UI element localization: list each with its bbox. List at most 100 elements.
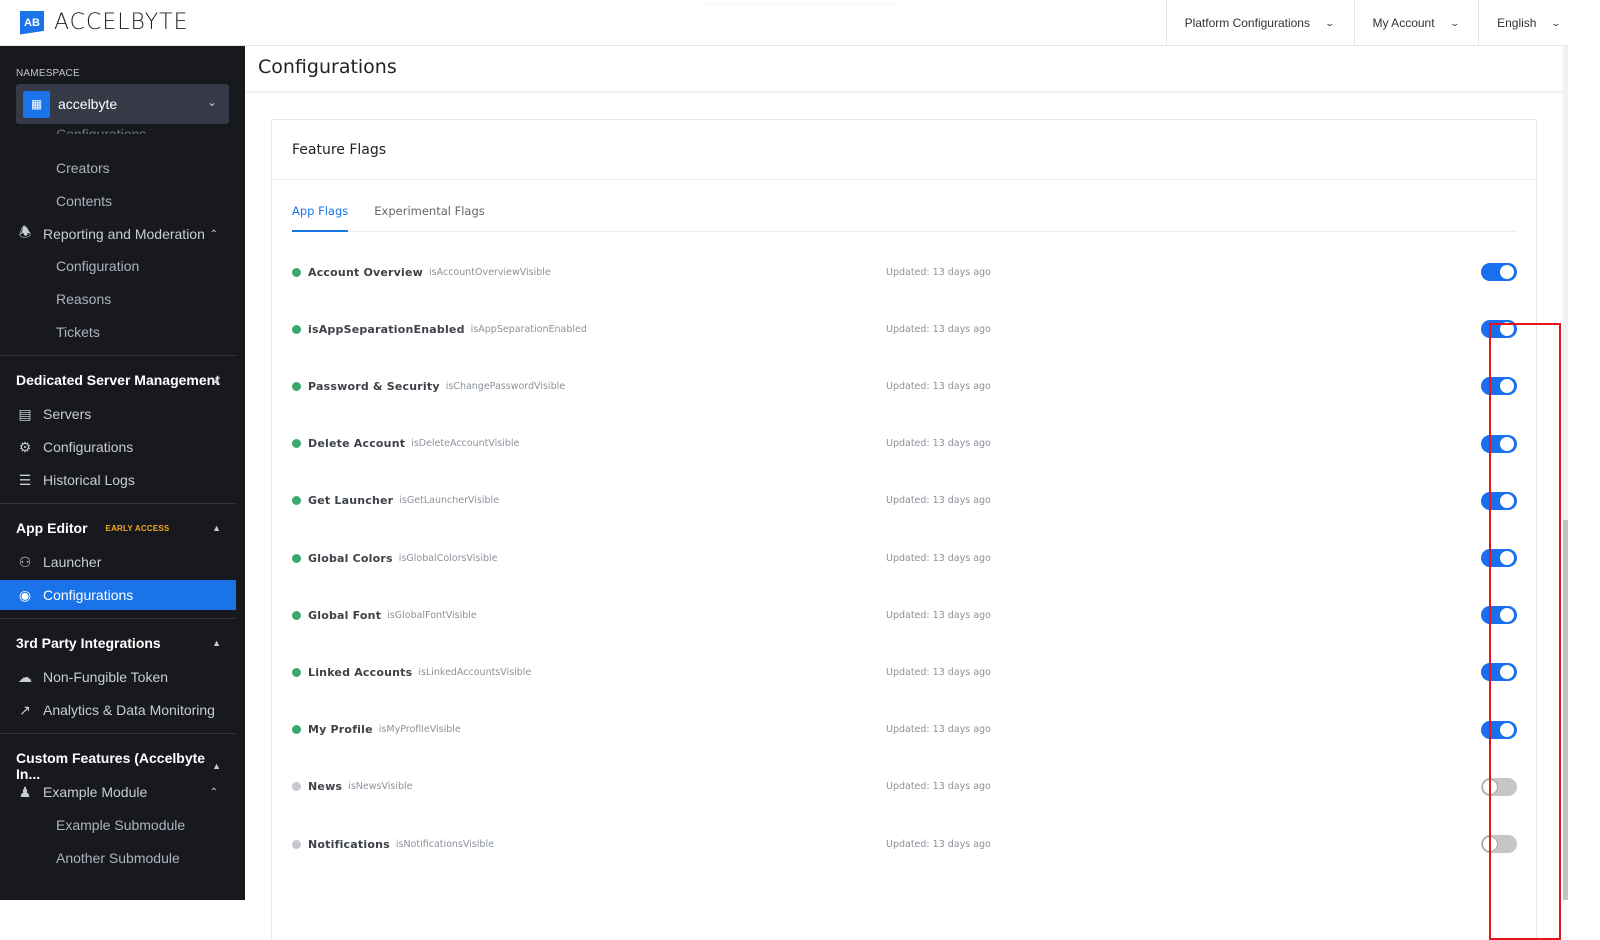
flag-row: Account Overview isAccountOverviewVisible… [292, 261, 1517, 283]
flag-updated-time: Updated: 13 days ago [886, 552, 991, 564]
chevron-down-icon: ⌄ [1324, 17, 1336, 28]
status-dot-enabled [292, 324, 301, 334]
flag-name: My Profile [308, 723, 373, 737]
status-dot-enabled [292, 496, 301, 506]
logo-mark-icon: AB [20, 10, 44, 35]
tab-app-flags[interactable]: App Flags [292, 203, 349, 232]
sidebar-item-app-configurations[interactable]: ◉ Configurations [0, 580, 236, 610]
section-title: App Editor [16, 520, 88, 536]
sidebar-item-ds-configurations[interactable]: ⚙ Configurations [0, 432, 236, 462]
sidebar-item-non-fungible-token[interactable]: ☁ Non-Fungible Token [0, 662, 236, 692]
section-app-editor[interactable]: App Editor EARLY ACCESS ▲ [16, 520, 221, 536]
sidebar-item-historical-logs[interactable]: ☰ Historical Logs [0, 465, 236, 495]
divider [0, 733, 236, 734]
status-dot-enabled [292, 381, 301, 391]
my-account-menu[interactable]: My Account ⌄ [1353, 0, 1479, 46]
divider [0, 618, 236, 619]
section-3rd-party-integrations[interactable]: 3rd Party Integrations ▲ [16, 635, 221, 651]
flag-toggle[interactable] [1481, 263, 1517, 281]
flag-updated-time: Updated: 13 days ago [886, 266, 991, 278]
flag-key: isAppSeparationEnabled [470, 323, 587, 335]
flag-toggle[interactable] [1481, 663, 1517, 682]
flag-toggle[interactable] [1481, 434, 1517, 453]
chevron-down-icon: ⌄ [1449, 17, 1460, 28]
flag-toggle[interactable] [1481, 320, 1517, 339]
page-title: Configurations [258, 56, 397, 78]
toggle-knob [1482, 836, 1498, 852]
sidebar-item-launcher[interactable]: ⚇ Launcher [0, 547, 236, 577]
menu-label: English [1497, 16, 1537, 30]
flag-updated-time: Updated: 13 days ago [886, 781, 991, 793]
divider [0, 503, 236, 504]
sidebar-item-label: Non-Fungible Token [43, 669, 169, 685]
status-dot-enabled [292, 725, 301, 735]
sidebar-item-configurations-partial[interactable]: Configurations [56, 126, 146, 134]
caret-up-icon: ▲ [212, 523, 221, 533]
brand-name: ACCELBYTE [54, 10, 189, 35]
flag-toggle[interactable] [1481, 606, 1517, 625]
flag-row: Global Font isGlobalFontVisible Updated: 1… [292, 604, 1517, 626]
list-icon: ☰ [18, 471, 32, 488]
status-dot-enabled [292, 439, 301, 449]
sidebar-item-reasons[interactable]: Reasons [0, 284, 236, 314]
divider [272, 179, 1536, 180]
caret-up-icon: ▲ [212, 761, 221, 771]
server-icon: ▤ [18, 405, 32, 422]
flag-row: Notifications isNotificationsVisible Updat… [292, 833, 1517, 855]
sidebar-item-another-submodule[interactable]: Another Submodule [0, 843, 236, 873]
namespace-select[interactable]: ▦ accelbyte ⌄ [16, 84, 229, 124]
flag-name: Account Overview [308, 265, 424, 279]
platform-configurations-menu[interactable]: Platform Configurations ⌄ [1165, 0, 1354, 46]
section-title: 3rd Party Integrations [16, 635, 161, 651]
sidebar-item-example-module[interactable]: ♟ Example Module ⌃ [0, 777, 236, 807]
accelbyte-logo[interactable]: AB ACCELBYTE [20, 10, 189, 35]
flag-name: News [308, 780, 343, 794]
namespace-label: NAMESPACE [16, 68, 80, 79]
sidebar-item-example-submodule[interactable]: Example Submodule [0, 810, 236, 840]
status-dot-enabled [292, 267, 301, 277]
flag-toggle[interactable] [1481, 720, 1517, 739]
sidebar-item-label: Configurations [43, 439, 134, 455]
flag-toggle[interactable] [1481, 491, 1517, 510]
toggle-knob [1500, 551, 1514, 565]
flag-name: Linked Accounts [308, 665, 413, 679]
flag-toggle[interactable] [1481, 777, 1517, 796]
sidebar-item-configuration[interactable]: Configuration [0, 251, 236, 281]
flag-row: My Profile isMyProfileVisible Updated: 13 … [292, 719, 1517, 741]
sidebar-item-servers[interactable]: ▤ Servers [0, 399, 236, 429]
menu-label: Platform Configurations [1184, 16, 1310, 30]
sidebar-item-creators[interactable]: Creators [0, 153, 236, 183]
gear-icon: ⚙ [18, 438, 32, 455]
flag-updated-time: Updated: 13 days ago [886, 438, 991, 450]
chevron-up-icon: ⌃ [209, 228, 218, 240]
sidebar-item-label: Example Module [43, 784, 148, 800]
flag-row: Get Launcher isGetLauncherVisible Updated:… [292, 490, 1517, 512]
early-access-badge: EARLY ACCESS [105, 523, 170, 533]
chevron-up-icon: ⌃ [209, 786, 218, 798]
status-dot-enabled [292, 553, 301, 563]
trending-up-icon: ↗ [19, 701, 31, 718]
flag-row: News isNewsVisible Updated: 13 days ago [292, 776, 1517, 798]
flag-key: isMyProfileVisible [378, 724, 461, 736]
flag-toggle[interactable] [1481, 835, 1517, 853]
flag-toggle[interactable] [1481, 549, 1517, 567]
section-dedicated-server-management[interactable]: Dedicated Server Management ▲ [16, 372, 221, 388]
flag-name: Global Font [308, 608, 382, 622]
sidebar-item-reporting-and-moderation[interactable]: 🕭 Reporting and Moderation ⌃ [0, 219, 236, 249]
sidebar-item-tickets[interactable]: Tickets [0, 317, 236, 347]
bell-icon: 🕭 [18, 224, 32, 240]
sidebar-item-label: Servers [43, 406, 92, 422]
tab-experimental-flags[interactable]: Experimental Flags [374, 203, 485, 232]
flag-row: Delete Account isDeleteAccountVisible Upda… [292, 433, 1517, 455]
flag-key: isGlobalColorsVisible [398, 552, 498, 564]
flag-name: Password & Security [308, 379, 440, 393]
flag-updated-time: Updated: 13 days ago [886, 495, 991, 507]
sidebar-item-contents[interactable]: Contents [0, 186, 236, 216]
flag-updated-time: Updated: 13 days ago [886, 724, 991, 736]
flag-row: Linked Accounts isLinkedAccountsVisible Up… [292, 661, 1517, 683]
sidebar-item-analytics[interactable]: ↗ Analytics & Data Monitoring [0, 695, 236, 725]
users-icon: ♟ [18, 783, 32, 800]
flag-key: isLinkedAccountsVisible [418, 666, 532, 678]
toggle-knob [1500, 265, 1514, 279]
flag-toggle[interactable] [1481, 377, 1517, 396]
